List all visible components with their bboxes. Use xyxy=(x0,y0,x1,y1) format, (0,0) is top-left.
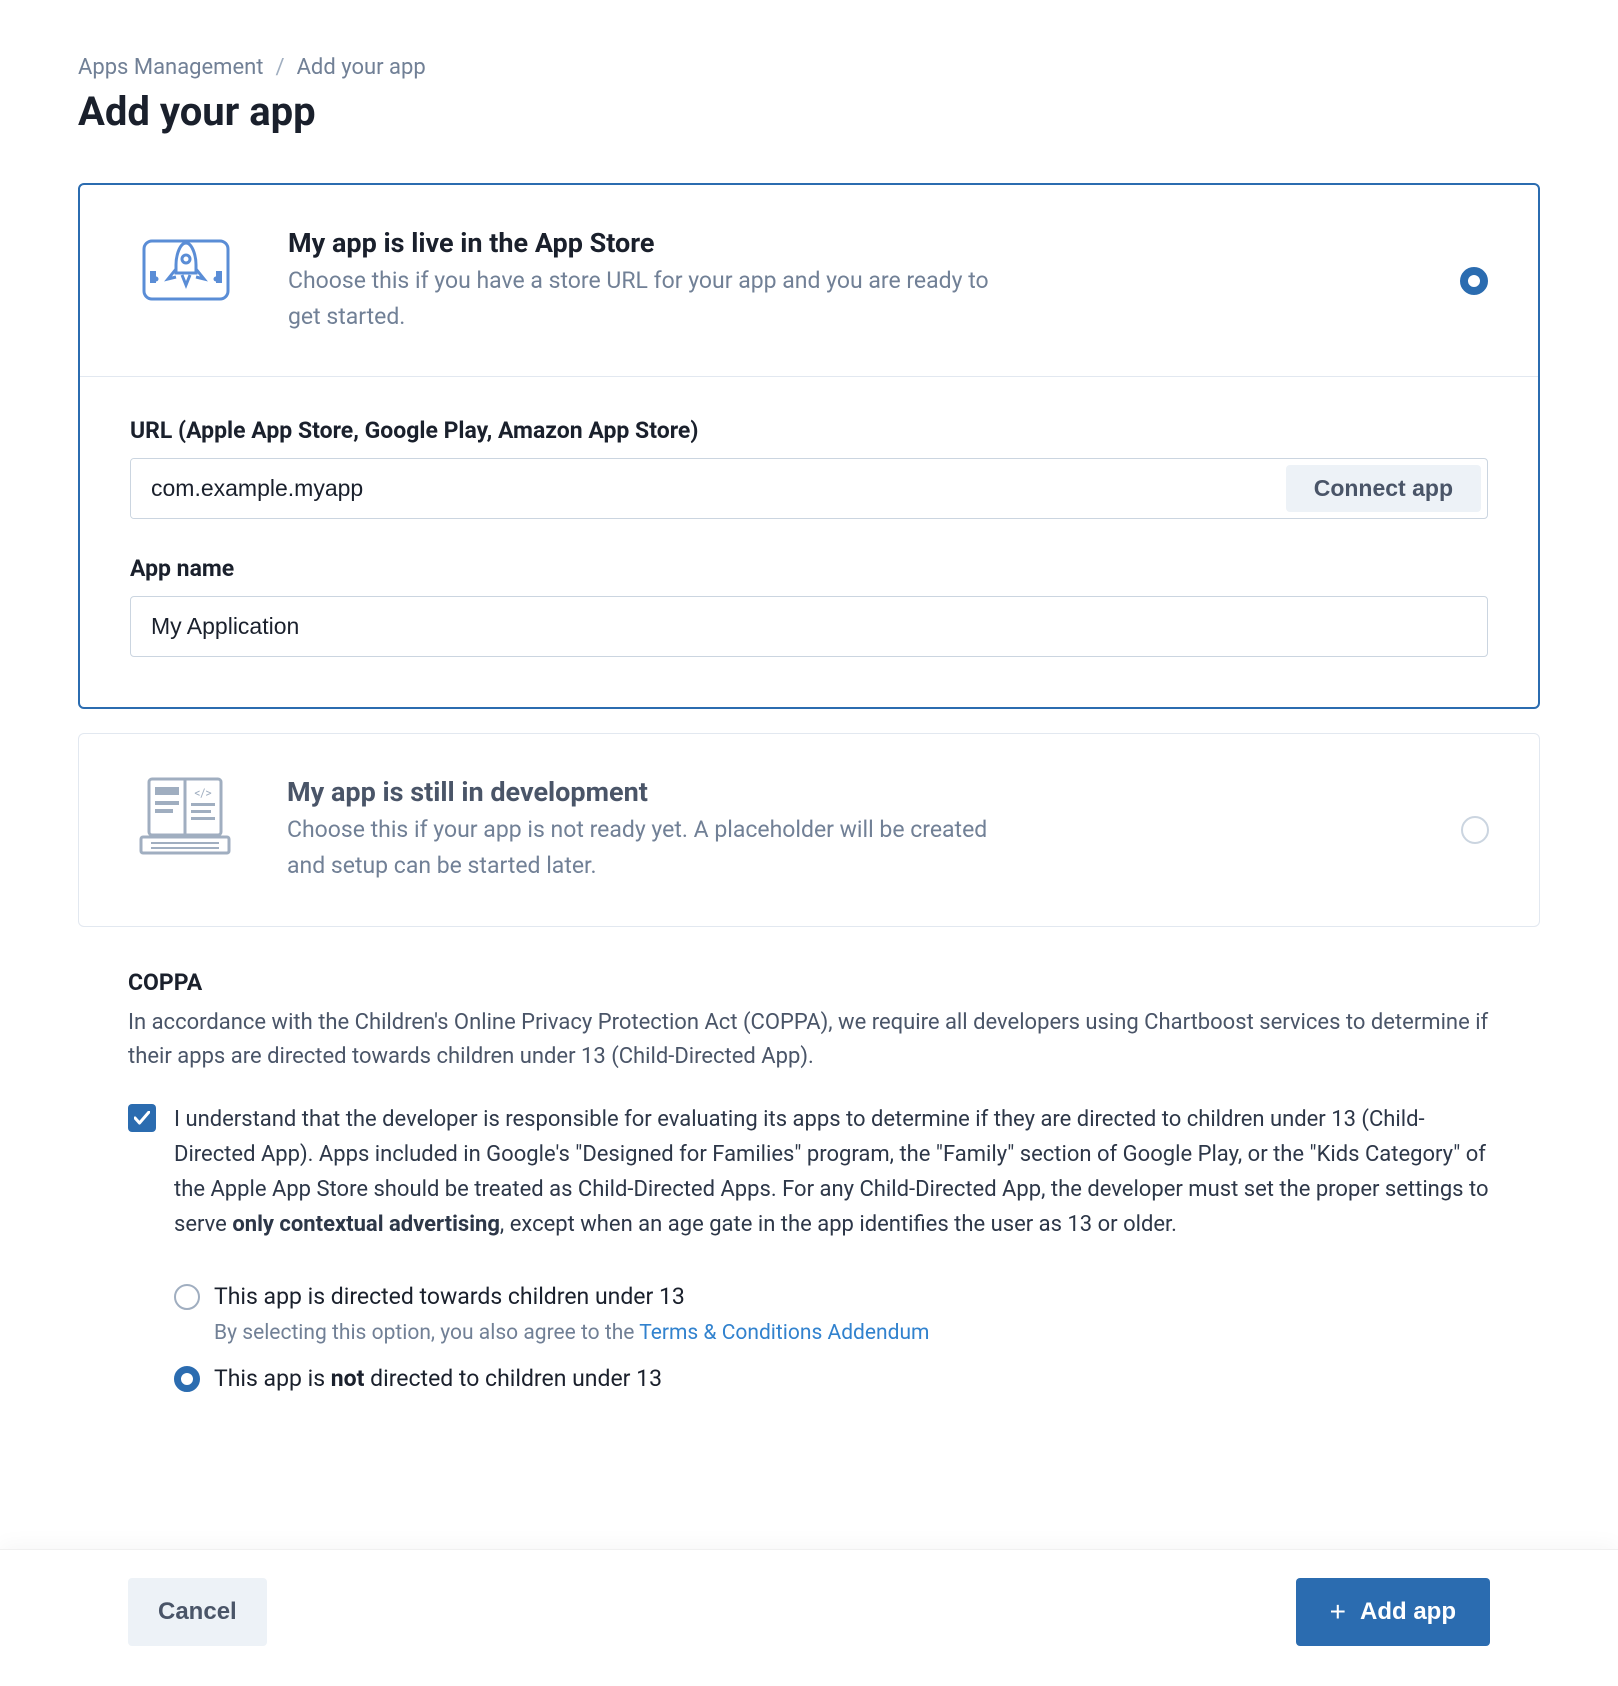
coppa-title: COPPA xyxy=(128,969,1490,996)
radio-not-directed-label: This app is not directed to children und… xyxy=(214,1363,662,1395)
add-app-button[interactable]: + Add app xyxy=(1296,1578,1490,1646)
app-name-input[interactable] xyxy=(130,596,1488,657)
breadcrumb-separator: / xyxy=(276,55,285,80)
app-name-label: App name xyxy=(130,555,1488,582)
add-app-label: Add app xyxy=(1360,1598,1456,1626)
radio-directed[interactable] xyxy=(174,1284,200,1310)
radio-dev[interactable] xyxy=(1461,816,1489,844)
url-label: URL (Apple App Store, Google Play, Amazo… xyxy=(130,417,1488,444)
radio-directed-row[interactable]: This app is directed towards children un… xyxy=(174,1281,1490,1313)
breadcrumb: Apps Management / Add your app xyxy=(78,55,1540,80)
option-desc-live: Choose this if you have a store URL for … xyxy=(288,263,1008,334)
radio-not-directed[interactable] xyxy=(174,1366,200,1392)
option-card-dev: </> My app is still in development Choos… xyxy=(78,733,1540,926)
footer-bar: Cancel + Add app xyxy=(0,1549,1618,1686)
option-header-live[interactable]: My app is live in the App Store Choose t… xyxy=(80,185,1538,376)
option-title-live: My app is live in the App Store xyxy=(288,227,1414,259)
page-title: Add your app xyxy=(78,88,1540,135)
svg-text:</>: </> xyxy=(194,786,211,800)
laptop-dev-icon: </> xyxy=(129,776,241,856)
plus-icon: + xyxy=(1330,1598,1346,1626)
breadcrumb-current: Add your app xyxy=(297,55,426,80)
coppa-acknowledgement: I understand that the developer is respo… xyxy=(128,1102,1490,1243)
coppa-checkbox[interactable] xyxy=(128,1104,156,1132)
rocket-app-icon xyxy=(130,227,242,307)
terms-addendum-link[interactable]: Terms & Conditions Addendum xyxy=(639,1321,929,1345)
coppa-ack-text: I understand that the developer is respo… xyxy=(174,1102,1490,1243)
radio-live[interactable] xyxy=(1460,267,1488,295)
url-input[interactable] xyxy=(131,459,1280,518)
option-title-dev: My app is still in development xyxy=(287,776,1415,808)
coppa-radio-group: This app is directed towards children un… xyxy=(128,1281,1490,1395)
cancel-button[interactable]: Cancel xyxy=(128,1578,267,1646)
radio-directed-label: This app is directed towards children un… xyxy=(214,1281,685,1313)
coppa-intro: In accordance with the Children's Online… xyxy=(128,1006,1490,1074)
option-desc-dev: Choose this if your app is not ready yet… xyxy=(287,812,1007,883)
option-header-dev[interactable]: </> My app is still in development Choos… xyxy=(79,734,1539,925)
option-card-live: My app is live in the App Store Choose t… xyxy=(78,183,1540,709)
coppa-section: COPPA In accordance with the Children's … xyxy=(78,969,1540,1395)
radio-directed-sub: By selecting this option, you also agree… xyxy=(174,1321,1490,1345)
breadcrumb-parent[interactable]: Apps Management xyxy=(78,55,264,80)
option-body-live: URL (Apple App Store, Google Play, Amazo… xyxy=(80,376,1538,707)
radio-not-directed-row[interactable]: This app is not directed to children und… xyxy=(174,1363,1490,1395)
connect-app-button[interactable]: Connect app xyxy=(1286,465,1481,512)
